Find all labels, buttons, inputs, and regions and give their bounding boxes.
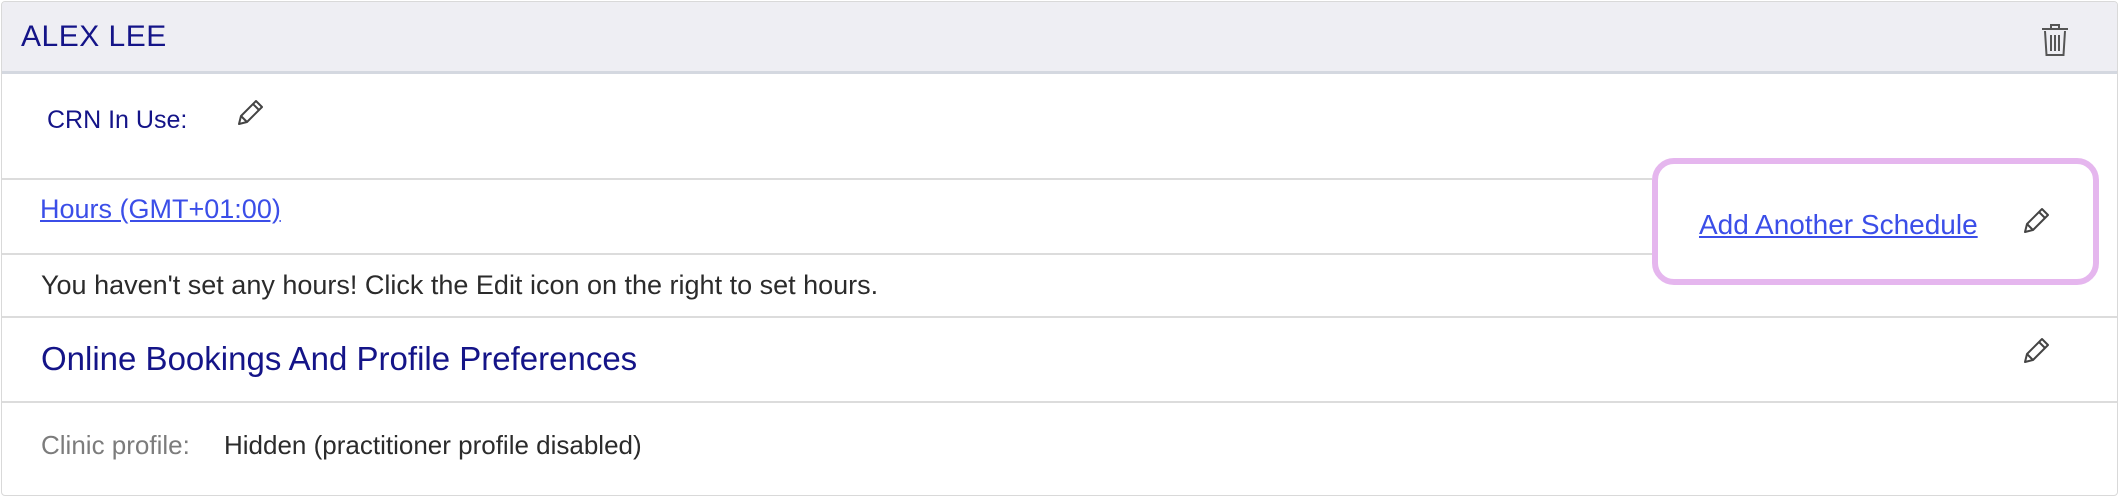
practitioner-card: ALEX LEE CRN In Use: Hours (GMT+01:00) A…	[1, 1, 2118, 496]
add-another-schedule-link[interactable]: Add Another Schedule	[1699, 209, 1978, 241]
trash-icon[interactable]	[2040, 22, 2070, 58]
divider	[2, 316, 2117, 318]
hours-empty-notice: You haven't set any hours! Click the Edi…	[41, 270, 879, 300]
crn-label: CRN In Use:	[47, 106, 188, 134]
hours-edit-pencil-icon[interactable]	[2019, 204, 2053, 238]
practitioner-name: ALEX LEE	[21, 20, 167, 53]
divider	[2, 253, 1652, 255]
card-header: ALEX LEE	[2, 2, 2117, 74]
online-bookings-title: Online Bookings And Profile Preferences	[41, 340, 638, 377]
online-bookings-edit-pencil-icon[interactable]	[2019, 334, 2053, 368]
clinic-profile-value: Hidden (practitioner profile disabled)	[224, 430, 642, 460]
hours-link[interactable]: Hours (GMT+01:00)	[40, 194, 281, 225]
crn-edit-pencil-icon[interactable]	[233, 96, 267, 130]
divider	[2, 401, 2117, 403]
divider	[2, 178, 1652, 180]
clinic-profile-label: Clinic profile:	[41, 430, 190, 460]
